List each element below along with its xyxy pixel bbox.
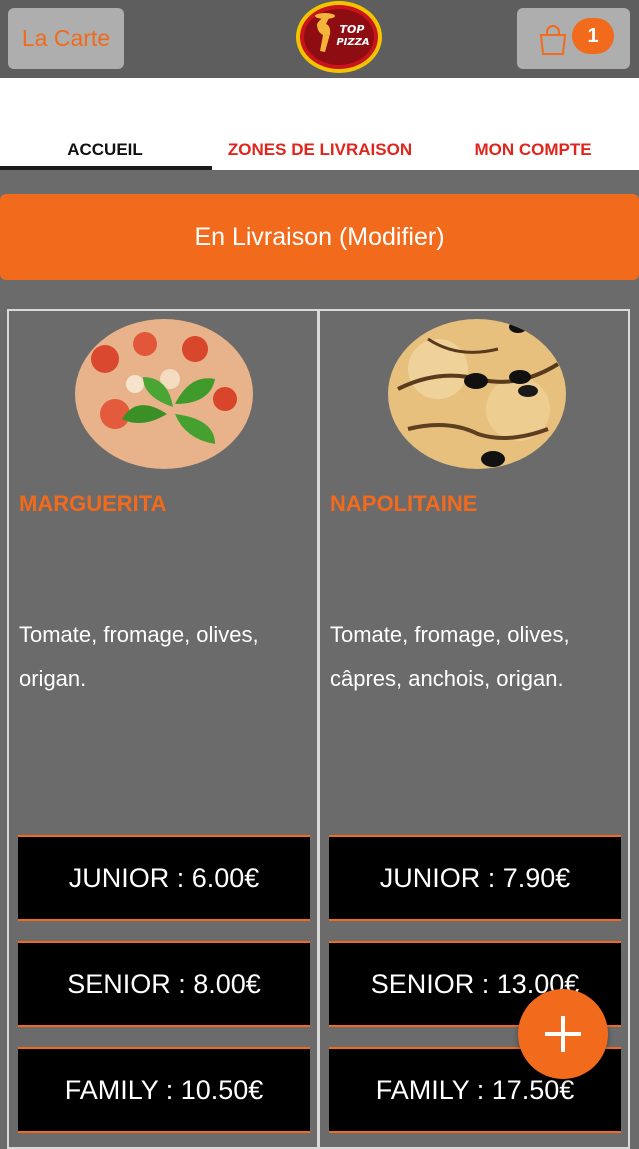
pizza-image (388, 319, 566, 469)
logo-text-top: TOP (340, 23, 365, 36)
product-card-marguerita: MARGUERITA Tomate, fromage, olives, orig… (7, 309, 319, 1149)
price-button-senior[interactable]: SENIOR : 8.00€ (18, 941, 310, 1027)
cart-button[interactable]: 1 (517, 8, 630, 69)
price-button-junior[interactable]: JUNIOR : 6.00€ (18, 835, 310, 921)
top-pizza-logo: TOP PIZZA (296, 1, 382, 73)
tab-bar: ACCUEIL ZONES DE LIVRAISON MON COMPTE (0, 78, 639, 170)
tab-zones-de-livraison[interactable]: ZONES DE LIVRAISON (215, 140, 425, 162)
product-description: Tomate, fromage, olives, origan. (19, 622, 259, 691)
delivery-mode-button[interactable]: En Livraison (Modifier) (0, 194, 639, 280)
plus-icon (545, 1016, 581, 1052)
app-header: La Carte TOP PIZZA 1 (0, 0, 639, 78)
price-button-junior[interactable]: JUNIOR : 7.90€ (329, 835, 621, 921)
tab-mon-compte[interactable]: MON COMPTE (428, 140, 638, 162)
tab-accueil[interactable]: ACCUEIL (0, 140, 210, 162)
price-button-family[interactable]: FAMILY : 10.50€ (18, 1047, 310, 1133)
product-name: MARGUERITA (19, 491, 167, 516)
active-tab-indicator (0, 166, 212, 170)
product-name: NAPOLITAINE (330, 491, 478, 516)
shopping-bag-icon (539, 25, 567, 55)
cart-count-badge: 1 (572, 18, 614, 54)
product-description: Tomate, fromage, olives, câpres, anchois… (330, 622, 570, 691)
add-button[interactable] (518, 989, 608, 1079)
la-carte-button[interactable]: La Carte (8, 8, 124, 69)
logo-text-bottom: PIZZA (336, 37, 369, 48)
pizza-image (75, 319, 253, 469)
